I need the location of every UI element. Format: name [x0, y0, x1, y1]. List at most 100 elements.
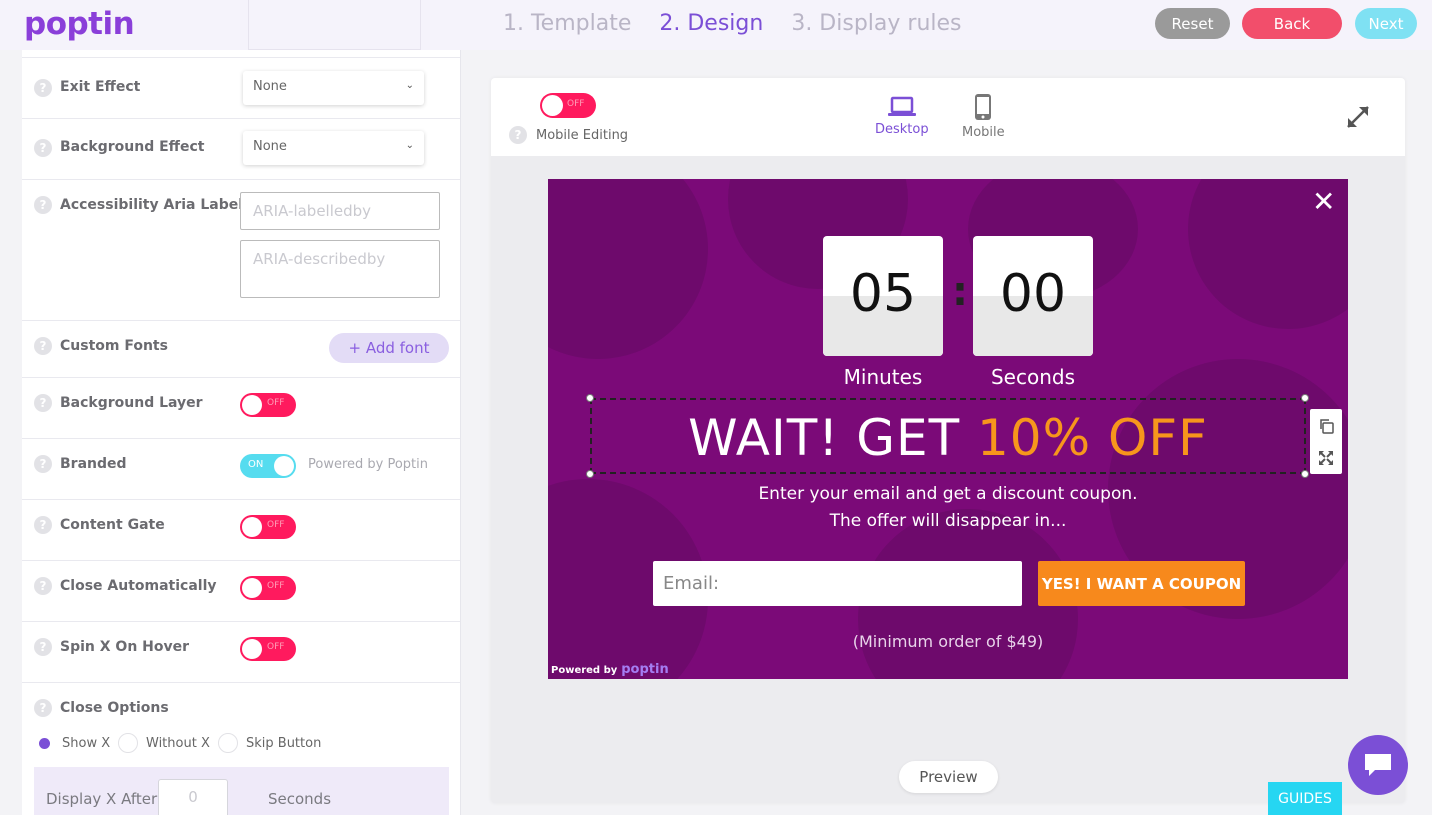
- powered-by-badge: Powered by poptin: [551, 662, 669, 677]
- seconds-value: 00: [999, 264, 1067, 324]
- mobile-editing-label: Mobile Editing: [536, 128, 629, 143]
- display-x-after-box: Display X After 0 Seconds: [34, 767, 449, 815]
- device-mobile-button[interactable]: Mobile: [962, 93, 1005, 140]
- mobile-label: Mobile: [962, 125, 1005, 140]
- subtext-line-1: Enter your email and get a discount coup…: [758, 484, 1138, 504]
- radio-skip-button[interactable]: Skip Button: [218, 733, 321, 753]
- popup-subtext: Enter your email and get a discount coup…: [548, 481, 1348, 535]
- close-automatically-label: Close Automatically: [60, 578, 217, 594]
- headline-accent: 10% OFF: [977, 409, 1208, 467]
- chat-button[interactable]: [1348, 735, 1408, 795]
- coupon-cta-button[interactable]: YES! I WANT A COUPON: [1038, 561, 1245, 606]
- resize-handle[interactable]: [1301, 470, 1309, 478]
- guides-button[interactable]: GUIDES: [1268, 782, 1342, 815]
- smartphone-icon: [975, 94, 992, 120]
- toggle-state: OFF: [267, 398, 285, 408]
- step-design[interactable]: 2. Design: [659, 11, 763, 36]
- row-branded: ? Branded ON Powered by Poptin: [22, 439, 460, 500]
- back-button[interactable]: Back: [1242, 8, 1342, 39]
- resize-handle[interactable]: [586, 470, 594, 478]
- help-icon[interactable]: ?: [34, 394, 52, 412]
- help-icon[interactable]: ?: [34, 699, 52, 717]
- powered-by-note: Powered by Poptin: [308, 457, 429, 472]
- seconds-card: 00: [973, 236, 1093, 356]
- toggle-knob: [542, 95, 563, 116]
- duplicate-icon[interactable]: [1318, 418, 1334, 434]
- settings-panel: ? Exit Effect None ⌄ ? Background Effect …: [22, 50, 461, 815]
- help-icon[interactable]: ?: [34, 196, 52, 214]
- row-aria-labels: ? Accessibility Aria Labels ARIA-labelle…: [22, 180, 460, 321]
- row-custom-fonts: ? Custom Fonts + Add font: [22, 321, 460, 378]
- step-template[interactable]: 1. Template: [503, 11, 631, 36]
- desktop-label: Desktop: [875, 122, 929, 137]
- device-desktop-button[interactable]: Desktop: [875, 96, 929, 137]
- powered-by-text: Powered by: [551, 665, 618, 676]
- coupon-popup: ✕ 05 : 00 Minutes Seconds WAIT! GET 10% …: [548, 179, 1348, 679]
- display-x-seconds-input[interactable]: 0: [158, 779, 228, 815]
- help-icon[interactable]: ?: [34, 79, 52, 97]
- toggle-state: ON: [248, 459, 264, 470]
- help-icon[interactable]: ?: [509, 126, 527, 144]
- row-top-stub: [22, 50, 460, 58]
- popup-headline[interactable]: WAIT! GET 10% OFF: [548, 409, 1348, 467]
- radio-selected-dot: [34, 733, 54, 753]
- resize-handle[interactable]: [586, 394, 594, 402]
- help-icon[interactable]: ?: [34, 577, 52, 595]
- toggle-knob: [274, 456, 294, 476]
- aria-labels-label: Accessibility Aria Labels: [60, 197, 252, 213]
- mobile-editing-toggle[interactable]: OFF: [540, 93, 596, 118]
- branded-label: Branded: [60, 456, 127, 472]
- spin-x-toggle[interactable]: OFF: [240, 637, 296, 661]
- element-toolbar: [1310, 409, 1342, 474]
- radio-show-x[interactable]: Show X: [34, 733, 110, 753]
- next-button[interactable]: Next: [1355, 8, 1417, 39]
- close-options-label: Close Options: [60, 700, 169, 716]
- help-icon[interactable]: ?: [34, 516, 52, 534]
- background-circle: [548, 179, 708, 359]
- close-automatically-toggle[interactable]: OFF: [240, 576, 296, 600]
- aria-labelledby-input[interactable]: ARIA-labelledby: [240, 192, 440, 230]
- help-icon[interactable]: ?: [34, 337, 52, 355]
- toggle-knob: [242, 639, 262, 659]
- minimum-order-note: (Minimum order of $49): [852, 632, 1044, 651]
- background-layer-toggle[interactable]: OFF: [240, 393, 296, 417]
- add-font-button[interactable]: + Add font: [329, 333, 449, 363]
- step-display-rules[interactable]: 3. Display rules: [791, 11, 961, 36]
- chat-bubble-icon: [1365, 754, 1391, 776]
- help-icon[interactable]: ?: [34, 139, 52, 157]
- preview-button[interactable]: Preview: [899, 761, 998, 793]
- custom-fonts-label: Custom Fonts: [60, 338, 168, 354]
- editor-header: OFF ? Mobile Editing Desktop Mobile: [491, 78, 1405, 156]
- fullscreen-expand-icon[interactable]: [1345, 104, 1371, 134]
- content-gate-label: Content Gate: [60, 517, 165, 533]
- toggle-state: OFF: [267, 520, 285, 530]
- toggle-state: OFF: [267, 642, 285, 652]
- row-background-effect: ? Background Effect None ⌄: [22, 119, 460, 180]
- popup-close-icon[interactable]: ✕: [1312, 185, 1335, 218]
- background-effect-select[interactable]: None ⌄: [243, 131, 424, 165]
- resize-handle[interactable]: [1301, 394, 1309, 402]
- spin-x-label: Spin X On Hover: [60, 639, 190, 655]
- poptin-logo: poptin: [24, 6, 135, 42]
- exit-effect-label: Exit Effect: [60, 79, 141, 95]
- subtext-line-2: The offer will disappear in...: [829, 511, 1067, 531]
- minutes-caption: Minutes: [843, 365, 923, 389]
- exit-effect-select[interactable]: None ⌄: [243, 71, 424, 105]
- radio-without-x[interactable]: Without X: [118, 733, 210, 753]
- branded-toggle[interactable]: ON: [240, 454, 296, 478]
- background-layer-label: Background Layer: [60, 395, 203, 411]
- row-exit-effect: ? Exit Effect None ⌄: [22, 58, 460, 119]
- radio-dot: [218, 733, 238, 753]
- help-icon[interactable]: ?: [34, 638, 52, 656]
- chevron-down-icon: ⌄: [405, 80, 414, 91]
- logo-divider-box: [248, 0, 421, 50]
- chevron-down-icon: ⌄: [405, 140, 414, 151]
- background-effect-value: None: [253, 139, 287, 154]
- reset-button[interactable]: Reset: [1155, 8, 1230, 39]
- email-input[interactable]: Email:: [653, 561, 1022, 606]
- help-icon[interactable]: ?: [34, 455, 52, 473]
- move-icon[interactable]: [1318, 450, 1334, 466]
- toggle-state: OFF: [567, 99, 585, 109]
- content-gate-toggle[interactable]: OFF: [240, 515, 296, 539]
- aria-describedby-textarea[interactable]: ARIA-describedby: [240, 240, 440, 298]
